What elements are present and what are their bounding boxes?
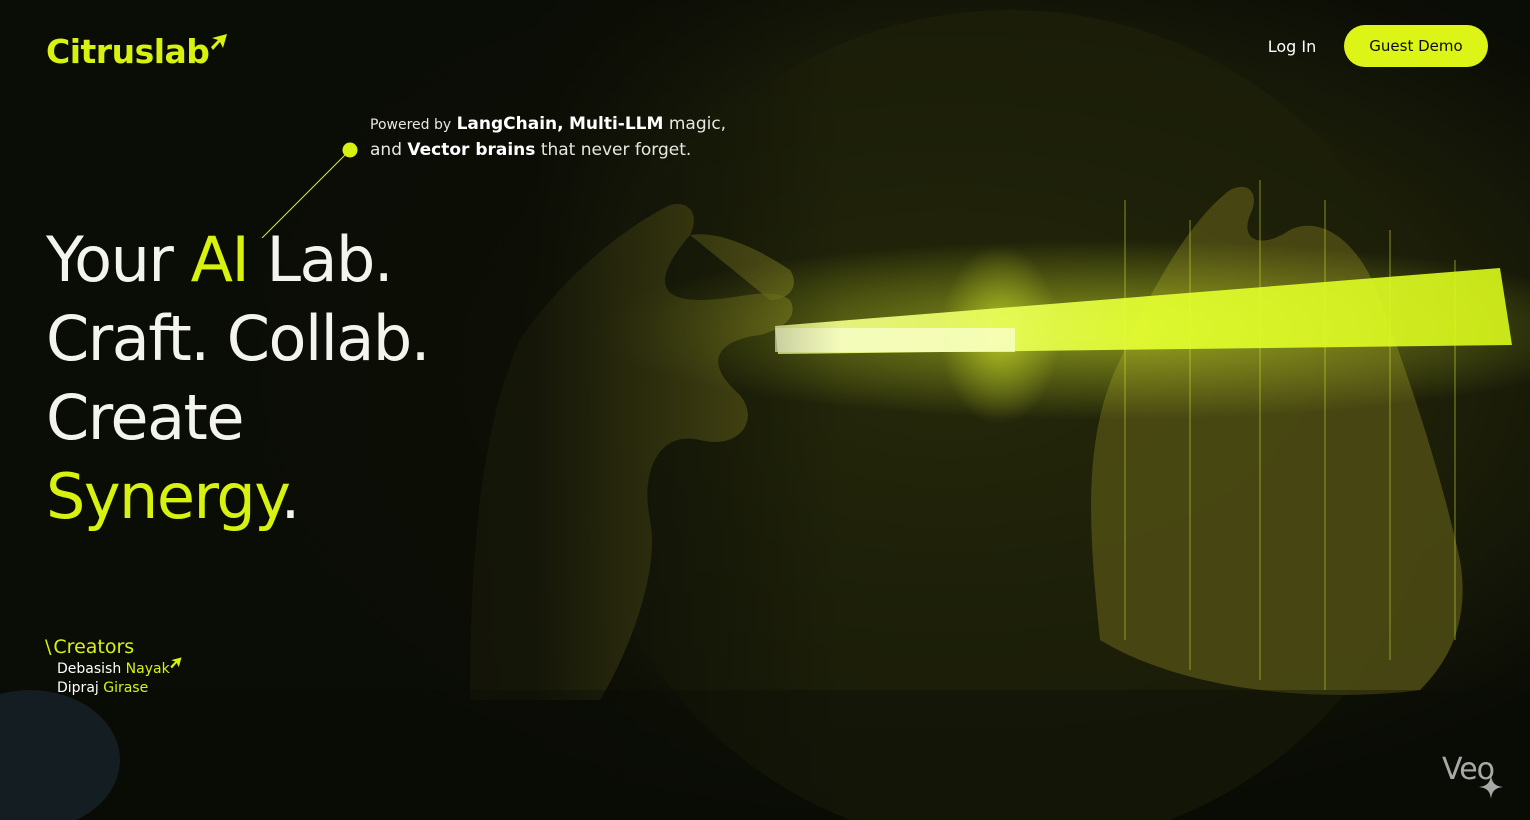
tagline-and: and (370, 140, 402, 160)
headline-synergy: Synergy (46, 460, 282, 533)
brand-logo[interactable]: Citruslab (46, 32, 229, 72)
tagline-langchain: LangChain, (456, 114, 564, 134)
backslash-icon: \ (45, 636, 52, 658)
creators-heading: \ Creators (45, 634, 184, 660)
citrus-slash-icon (168, 656, 184, 679)
creators-section: \ Creators Debasish Nayak Dipraj Girase (45, 634, 184, 697)
headline-line-2: Craft. Collab. (46, 302, 430, 375)
tagline-vector: Vector brains (407, 140, 536, 160)
guest-demo-button[interactable]: Guest Demo (1344, 25, 1488, 67)
tagline-magic: magic, (668, 114, 727, 134)
brand-name: Citruslab (46, 32, 210, 71)
tagline-prefix: Powered by (370, 117, 452, 133)
citrus-slash-icon (209, 32, 229, 62)
creator-name: Debasish Nayak (45, 657, 184, 679)
tagline-multillm: Multi-LLM (568, 114, 664, 134)
headline-line-4: Synergy. (46, 457, 429, 536)
creator-last-name: Nayak (125, 661, 170, 677)
creator-name: Dipraj Girase (45, 679, 184, 697)
tagline-suffix: that never forget. (540, 140, 692, 160)
headline-ai: AI (190, 223, 250, 296)
hero-headline: Your AI Lab. Craft. Collab. Create Syner… (46, 220, 430, 536)
creator-first-name: Dipraj (57, 680, 99, 696)
sparkle-icon (1479, 775, 1503, 799)
creator-first-name: Debasish (57, 661, 122, 677)
tech-tagline: Powered by LangChain, Multi-LLM magic, a… (370, 112, 790, 163)
creators-title: Creators (53, 636, 135, 658)
headline-line-3: Create (46, 381, 245, 454)
headline-line-1: Your AI Lab. (46, 220, 429, 299)
headline-lab: Lab. (266, 223, 394, 296)
login-link[interactable]: Log In (1254, 30, 1330, 64)
headline-your: Your (46, 223, 174, 296)
headline-period: . (280, 460, 301, 533)
creator-last-name: Girase (103, 680, 149, 696)
